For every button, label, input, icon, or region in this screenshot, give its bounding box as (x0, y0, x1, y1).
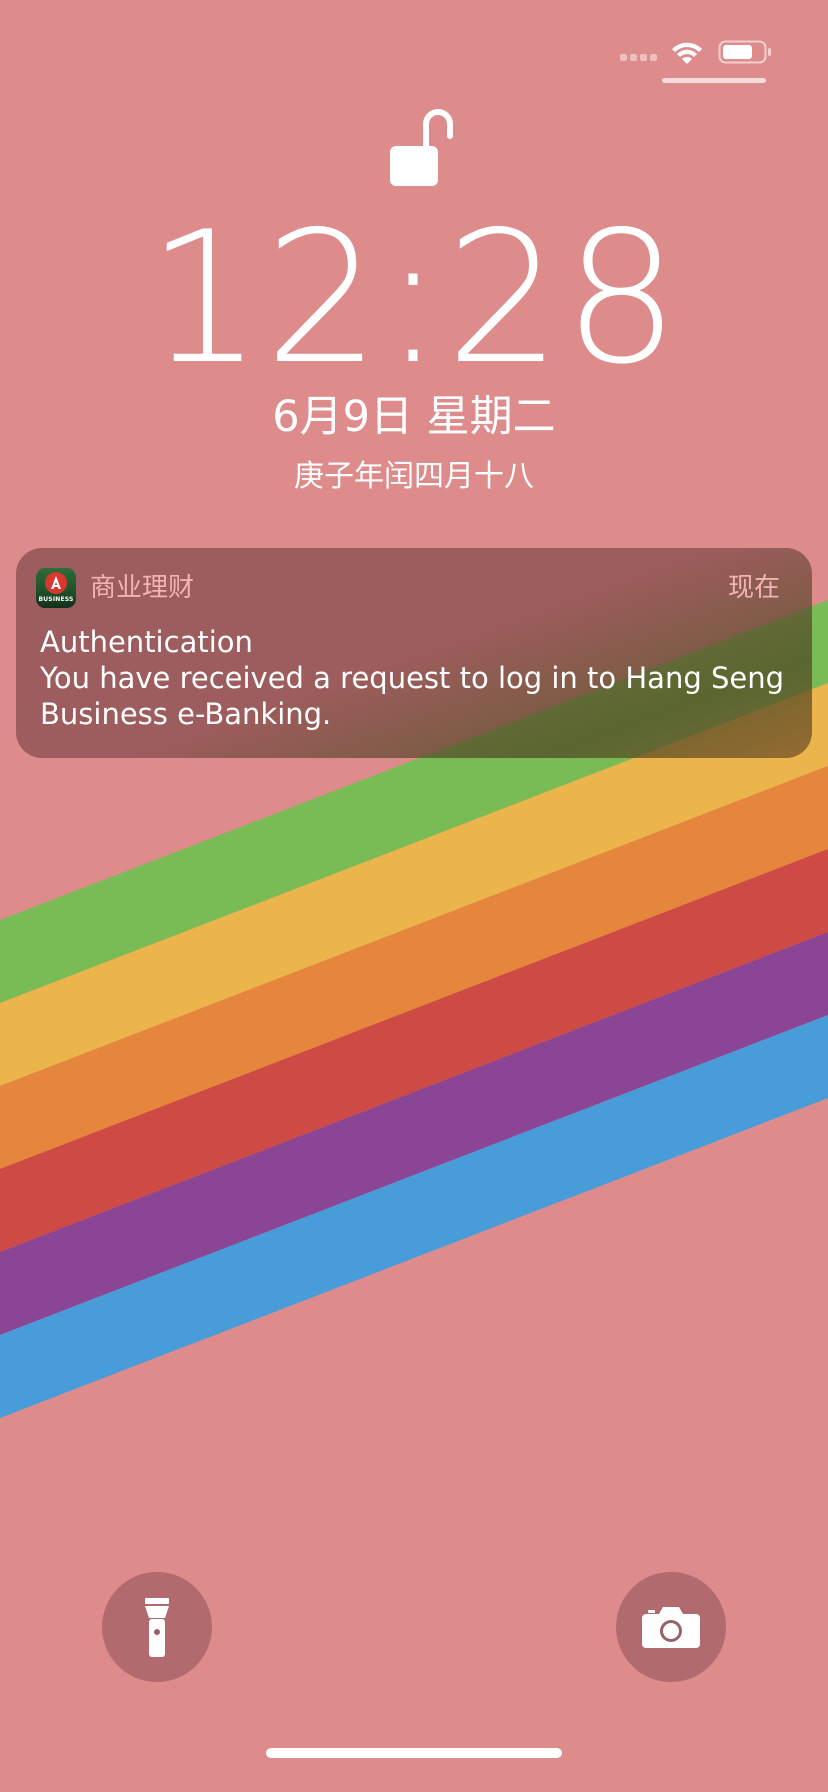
notification-body: You have received a request to log in to… (40, 661, 784, 731)
camera-button[interactable] (616, 1572, 726, 1682)
status-bar (598, 34, 798, 68)
home-indicator[interactable] (266, 1748, 562, 1758)
flashlight-icon (145, 1598, 169, 1657)
hang-seng-logo-icon (51, 576, 61, 589)
notification-timestamp: 现在 (727, 573, 780, 603)
hang-seng-business-app-icon: BUSINESS (36, 568, 76, 608)
notification-app-name: 商业理财 (90, 573, 195, 603)
date-label: 6月9日 星期二 (272, 392, 556, 442)
signal-icon (620, 54, 657, 61)
wifi-icon (672, 42, 702, 64)
control-center-indicator[interactable] (662, 78, 766, 83)
notification-card[interactable]: BUSINESS 商业理财 现在 Authentication You have… (16, 548, 812, 758)
app-icon-label: BUSINESS (38, 596, 74, 603)
camera-icon (642, 1607, 700, 1648)
notification-title: Authentication (40, 625, 253, 659)
lunar-date-label: 庚子年闰四月十八 (294, 459, 534, 494)
unlocked-padlock-icon (390, 109, 453, 186)
flashlight-button[interactable] (102, 1572, 212, 1682)
clock-time: 12:28 (146, 192, 682, 404)
battery-icon (718, 40, 771, 64)
